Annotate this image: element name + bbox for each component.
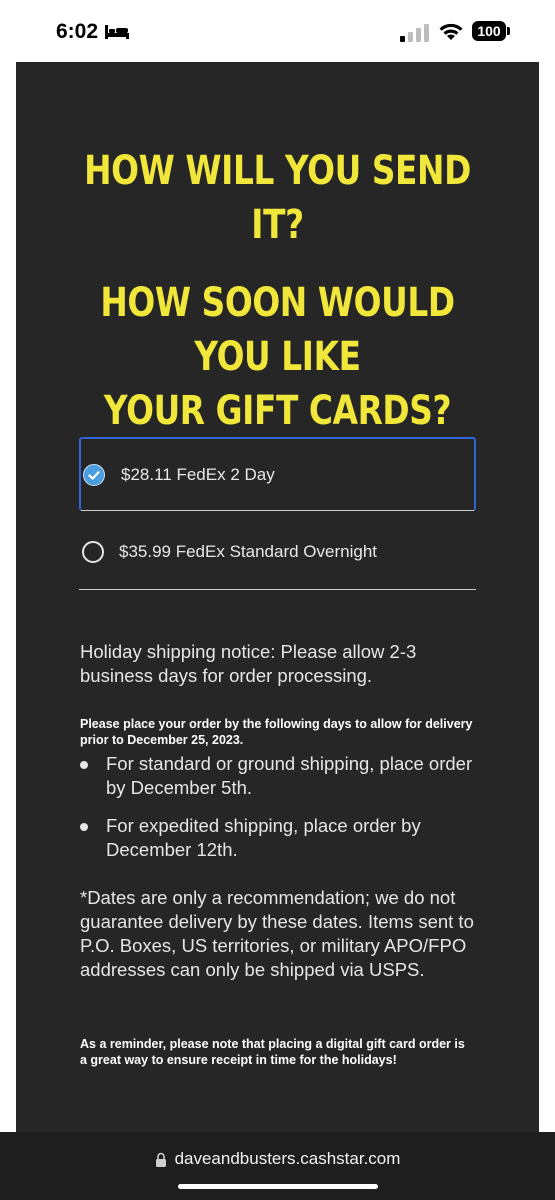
deadline-intro: Please place your order by the following… <box>80 717 473 747</box>
battery-tip <box>507 27 510 35</box>
delivery-speed-heading-line2: YOUR GIFT CARDS? <box>103 388 452 434</box>
battery-level: 100 <box>472 21 506 41</box>
shipping-option-label: $28.11 FedEx 2 Day <box>121 464 275 484</box>
digital-reminder: As a reminder, please note that placing … <box>80 1037 465 1067</box>
delivery-speed-heading: HOW SOON WOULD YOU LIKE YOUR GIFT CARDS? <box>63 276 492 438</box>
bullet-icon <box>80 823 88 831</box>
list-item-text: For expedited shipping, place order by D… <box>106 815 421 860</box>
url-display[interactable]: daveandbusters.cashstar.com <box>0 1149 555 1169</box>
status-time: 6:02 <box>56 20 130 44</box>
wifi-icon <box>439 23 463 40</box>
bed-icon <box>105 25 130 39</box>
list-item-text: For standard or ground shipping, place o… <box>106 753 473 798</box>
shipping-option-fedex-2-day[interactable]: $28.11 FedEx 2 Day <box>79 437 476 511</box>
list-item: For expedited shipping, place order by D… <box>80 814 480 862</box>
url-text: daveandbusters.cashstar.com <box>174 1149 401 1168</box>
shipping-option-fedex-overnight[interactable]: $35.99 FedEx Standard Overnight <box>79 515 476 590</box>
clock-text: 6:02 <box>56 20 99 43</box>
shipping-disclaimer: *Dates are only a recommendation; we do … <box>80 887 474 980</box>
holiday-notice: Holiday shipping notice: Please allow 2-… <box>80 641 417 686</box>
radio-checked-icon[interactable] <box>83 463 105 486</box>
list-item: For standard or ground shipping, place o… <box>80 752 480 800</box>
radio-unchecked-icon[interactable] <box>82 541 104 563</box>
home-indicator[interactable] <box>178 1184 378 1189</box>
browser-url-bar[interactable]: daveandbusters.cashstar.com <box>0 1132 555 1200</box>
cellular-signal-icon <box>400 24 429 42</box>
bullet-icon <box>80 761 88 769</box>
shipping-panel: HOW WILL YOU SEND IT? HOW SOON WOULD YOU… <box>16 62 539 1132</box>
page: HOW WILL YOU SEND IT? HOW SOON WOULD YOU… <box>0 62 555 1132</box>
shipping-option-label: $35.99 FedEx Standard Overnight <box>119 542 377 561</box>
deadline-list: For standard or ground shipping, place o… <box>80 752 480 876</box>
delivery-speed-heading-line1: HOW SOON WOULD YOU LIKE <box>100 280 455 380</box>
lock-icon <box>155 1152 166 1167</box>
battery-icon: 100 <box>472 21 510 41</box>
send-heading: HOW WILL YOU SEND IT? <box>84 148 471 248</box>
status-bar: 6:02 100 <box>0 0 555 62</box>
